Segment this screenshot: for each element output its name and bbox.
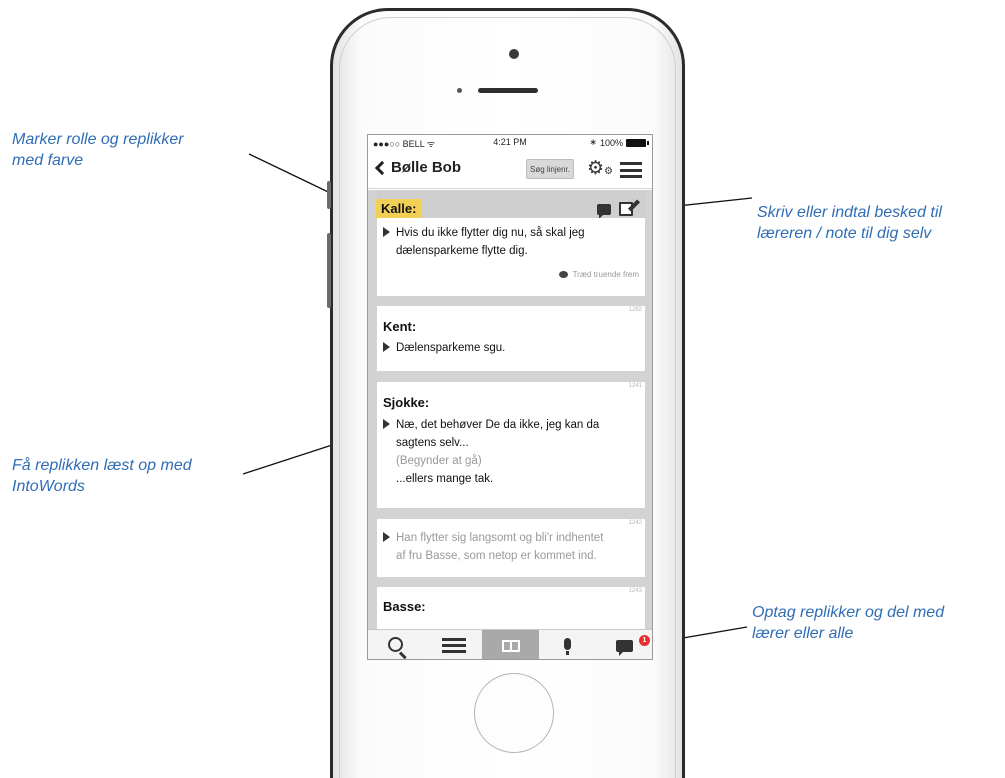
phone-frame: ●●●○○ BELL ᯤ 4:21 PM ∗ 100% Bølle Bob Sø… xyxy=(327,8,685,778)
tab-record[interactable] xyxy=(539,630,596,659)
stage-direction-card[interactable]: 1242 Han flytter sig langsomt og bli'r i… xyxy=(377,519,645,577)
comment-icon[interactable] xyxy=(597,204,611,219)
speaker-name: Basse: xyxy=(383,599,426,614)
line-number: 1243 xyxy=(628,588,642,594)
annotation-mark-role: Marker rolle og replikker med farve xyxy=(12,131,184,169)
list-icon xyxy=(441,638,466,654)
line-card-sjokke[interactable]: 1241 Sjokke: Næ, det behøver De da ikke,… xyxy=(377,382,645,508)
battery-icon xyxy=(626,138,649,147)
line-number: 1242 xyxy=(628,520,642,526)
earpiece-speaker xyxy=(478,88,538,93)
play-icon[interactable] xyxy=(383,419,390,429)
edit-note-icon[interactable] xyxy=(619,202,633,216)
line-card-body: Hvis du ikke flytter dig nu, så skal jeg… xyxy=(377,218,645,296)
back-button[interactable]: Bølle Bob xyxy=(374,159,461,176)
proximity-sensor xyxy=(457,88,462,93)
play-icon[interactable] xyxy=(383,342,390,352)
front-camera xyxy=(509,49,519,59)
hamburger-menu-icon[interactable] xyxy=(620,162,642,178)
status-bar: ●●●○○ BELL ᯤ 4:21 PM ∗ 100% xyxy=(368,135,652,149)
line-card-kalle[interactable]: Kalle: Hvis du ikke flytter dig nu, så s… xyxy=(376,190,645,299)
volume-down-button xyxy=(327,266,331,308)
play-icon[interactable] xyxy=(383,532,390,542)
chevron-left-icon xyxy=(374,160,390,175)
line-card-header: Kalle: xyxy=(376,190,645,219)
stage-direction-text: Han flytter sig langsomt og bli'r indhen… xyxy=(383,529,638,547)
tab-search[interactable] xyxy=(368,630,425,659)
book-icon xyxy=(501,640,520,652)
phone-screen: ●●●○○ BELL ᯤ 4:21 PM ∗ 100% Bølle Bob Sø… xyxy=(367,134,653,660)
mic-icon xyxy=(564,638,571,655)
notification-badge: 1 xyxy=(639,635,650,646)
speech-bubble-icon xyxy=(558,271,568,278)
home-button[interactable] xyxy=(474,673,554,753)
line-text: ...ellers mange tak. xyxy=(396,473,494,485)
tab-bar: 1 xyxy=(368,629,652,659)
silent-switch xyxy=(327,181,331,209)
stage-direction: (Begynder at gå) xyxy=(396,455,482,467)
battery-indicator: ∗ 100% xyxy=(589,137,649,148)
speaker-name: Kent: xyxy=(383,319,417,334)
line-text: Næ, det behøver De da ikke, jeg kan da xyxy=(383,416,638,434)
stage-direction-text: af fru Basse, som netop er kommet ind. xyxy=(396,550,597,562)
bluetooth-icon: ∗ xyxy=(589,137,597,147)
line-text: Hvis du ikke flytter dig nu, så skal jeg xyxy=(383,224,638,242)
speaker-name: Sjokke: xyxy=(383,395,430,410)
role-highlight-label[interactable]: Kalle: xyxy=(376,199,422,219)
search-icon xyxy=(387,637,403,652)
line-number: 1241 xyxy=(628,383,642,389)
line-text: sagtens selv... xyxy=(396,437,469,449)
line-card-kent[interactable]: 1282 Kent: Dælensparkeme sgu. xyxy=(377,306,645,371)
search-line-button[interactable]: Søg linjenr. xyxy=(526,159,574,179)
line-number: 1282 xyxy=(628,307,642,313)
line-text: Dælensparkeme sgu. xyxy=(383,339,638,357)
tab-script[interactable] xyxy=(482,630,539,659)
gear-icon[interactable]: ⚙⚙ xyxy=(587,158,613,183)
script-content[interactable]: Kalle: Hvis du ikke flytter dig nu, så s… xyxy=(368,190,652,629)
tab-list[interactable] xyxy=(425,630,482,659)
line-text: dælensparkeme flytte dig. xyxy=(396,245,528,257)
annotation-record: Optag replikker og del med lærer eller a… xyxy=(752,604,945,642)
stage-direction-tag: Træd truende frem xyxy=(558,270,639,279)
play-icon[interactable] xyxy=(383,227,390,237)
annotation-read-aloud: Få replikken læst op med IntoWords xyxy=(12,457,192,495)
battery-percent: 100% xyxy=(599,137,623,148)
annotation-write-note: Skriv eller indtal besked til læreren / … xyxy=(757,204,942,242)
message-icon xyxy=(616,640,633,656)
nav-bar: Bølle Bob Søg linjenr. ⚙⚙ xyxy=(368,151,652,189)
nav-title: Bølle Bob xyxy=(391,159,461,176)
line-card-basse[interactable]: 1243 Basse: xyxy=(377,587,645,629)
